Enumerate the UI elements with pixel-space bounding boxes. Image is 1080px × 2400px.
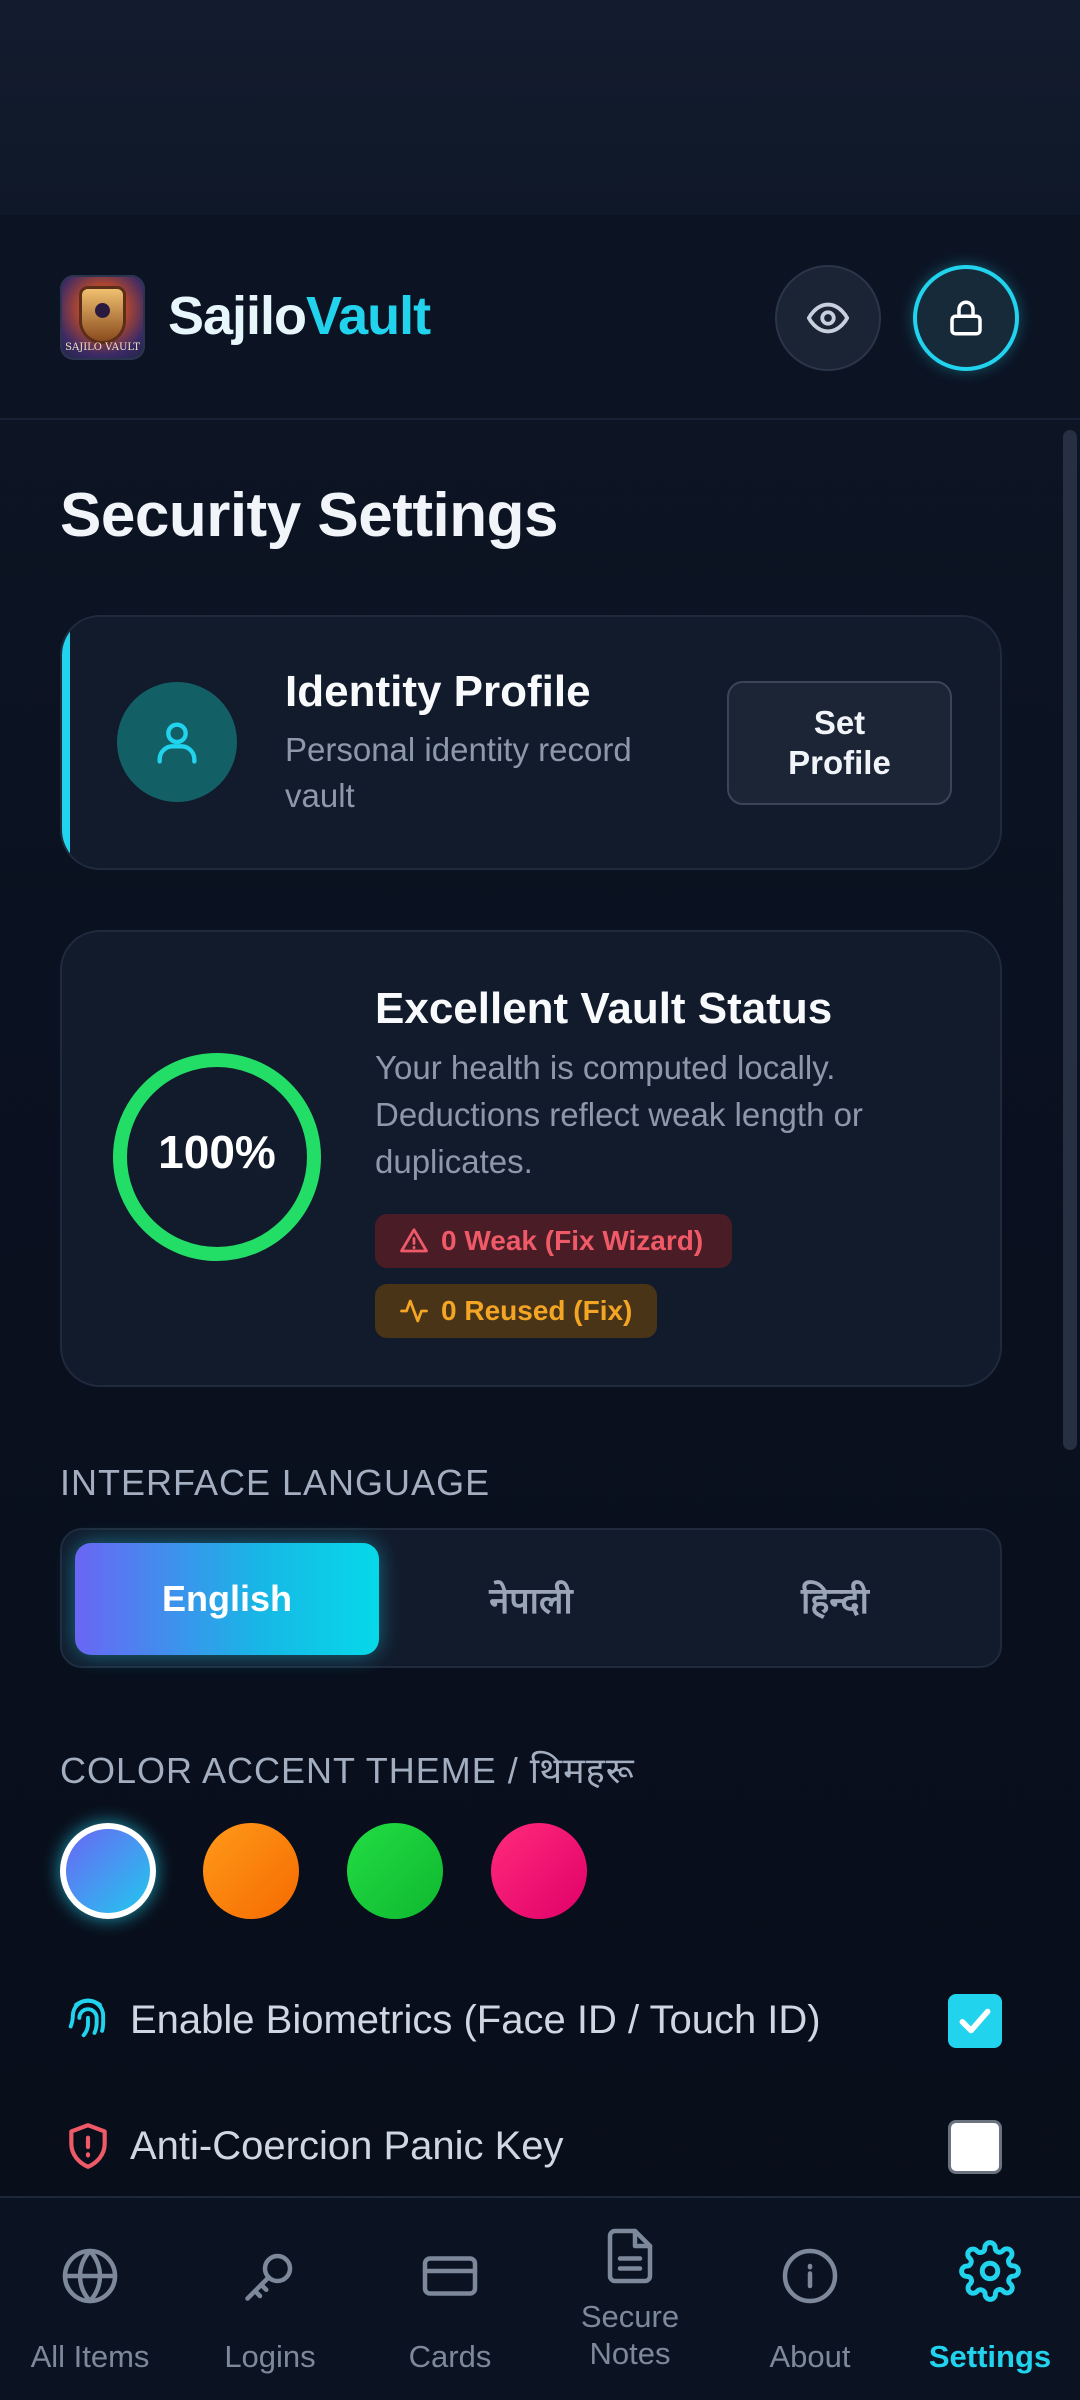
app-brand-name: SajiloVault <box>168 285 431 347</box>
gear-icon <box>900 2240 1080 2302</box>
language-selector: English नेपाली हिन्दी <box>60 1528 1002 1668</box>
nav-label-cards: Cards <box>408 2339 492 2374</box>
panic-key-label: Anti-Coercion Panic Key <box>130 2123 564 2168</box>
nav-item-all-items[interactable]: All Items <box>0 2198 180 2400</box>
theme-swatch-cyan[interactable] <box>60 1823 156 1919</box>
warning-icon <box>400 1228 428 1253</box>
nav-item-settings[interactable]: Settings <box>900 2198 1080 2400</box>
set-profile-button[interactable]: Set Profile <box>727 681 952 805</box>
theme-swatch-green[interactable] <box>347 1823 443 1919</box>
bottom-navigation: All Items Logins Cards Secure Notes Abou… <box>0 2196 1080 2400</box>
brand-part-1: Sajilo <box>168 286 307 346</box>
vault-status-description: Your health is computed locally. Deducti… <box>375 1049 863 1180</box>
page-title: Security Settings <box>60 481 558 550</box>
vault-status-card: 100% Excellent Vault Status Your health … <box>60 930 1002 1387</box>
app-logo: SAJILO VAULT <box>60 275 145 360</box>
lock-vault-button[interactable] <box>913 265 1019 371</box>
nav-label-about: About <box>769 2339 851 2374</box>
logo-shield-icon <box>82 289 123 341</box>
logo-text: SAJILO VAULT <box>65 342 140 353</box>
app-header: SAJILO VAULT SajiloVault <box>0 215 1080 420</box>
user-icon <box>157 722 197 764</box>
reused-passwords-chip[interactable]: 0 Reused (Fix) <box>375 1284 657 1338</box>
info-icon <box>720 2246 900 2306</box>
fingerprint-icon <box>60 1992 116 2048</box>
lock-icon <box>950 300 982 336</box>
panic-key-toggle-row[interactable]: Anti-Coercion Panic Key <box>60 2106 1002 2186</box>
nav-label-secure-notes: Secure Notes <box>580 2299 680 2371</box>
eye-icon <box>806 302 850 334</box>
biometrics-label: Enable Biometrics (Face ID / Touch ID) <box>130 1997 821 2042</box>
checkmark-icon <box>959 2008 991 2034</box>
weak-passwords-chip[interactable]: 0 Weak (Fix Wizard) <box>375 1214 732 1268</box>
status-bar-area <box>0 0 1080 215</box>
key-icon <box>180 2246 360 2306</box>
language-section-label: INTERFACE LANGUAGE <box>60 1462 491 1503</box>
panic-key-checkbox[interactable] <box>948 2120 1002 2174</box>
avatar <box>117 682 237 802</box>
shield-alert-icon <box>60 2118 116 2174</box>
biometrics-checkbox[interactable] <box>948 1994 1002 2048</box>
nav-item-about[interactable]: About <box>720 2198 900 2400</box>
nav-label-settings: Settings <box>928 2339 1052 2374</box>
language-option-hindi[interactable]: हिन्दी <box>683 1543 987 1655</box>
nav-item-logins[interactable]: Logins <box>180 2198 360 2400</box>
nav-label-logins: Logins <box>224 2339 316 2374</box>
document-icon <box>540 2226 720 2286</box>
identity-profile-card: Identity Profile Personal identity recor… <box>60 615 1002 870</box>
vault-status-title: Excellent Vault Status <box>375 984 833 1033</box>
reused-chip-label: 0 Reused (Fix) <box>441 1295 633 1326</box>
identity-profile-title: Identity Profile <box>285 667 591 716</box>
scrollbar[interactable] <box>1063 430 1077 1450</box>
privacy-toggle-button[interactable] <box>775 265 881 371</box>
card-icon <box>360 2246 540 2306</box>
theme-section-label: COLOR ACCENT THEME / थिमहरू <box>60 1750 635 1791</box>
globe-icon <box>0 2246 180 2306</box>
nav-item-secure-notes[interactable]: Secure Notes <box>540 2198 720 2400</box>
language-option-english[interactable]: English <box>75 1543 379 1655</box>
health-score-value: 100% <box>158 1126 276 1178</box>
language-option-nepali[interactable]: नेपाली <box>379 1543 683 1655</box>
nav-label-all-items: All Items <box>30 2339 150 2374</box>
nav-item-cards[interactable]: Cards <box>360 2198 540 2400</box>
theme-swatch-pink[interactable] <box>491 1823 587 1919</box>
weak-chip-label: 0 Weak (Fix Wizard) <box>441 1225 704 1256</box>
theme-swatch-orange[interactable] <box>203 1823 299 1919</box>
identity-profile-subtitle: Personal identity record vault <box>285 731 632 814</box>
brand-part-2: Vault <box>306 286 431 346</box>
activity-icon <box>400 1299 428 1323</box>
biometrics-toggle-row[interactable]: Enable Biometrics (Face ID / Touch ID) <box>60 1980 1002 2060</box>
